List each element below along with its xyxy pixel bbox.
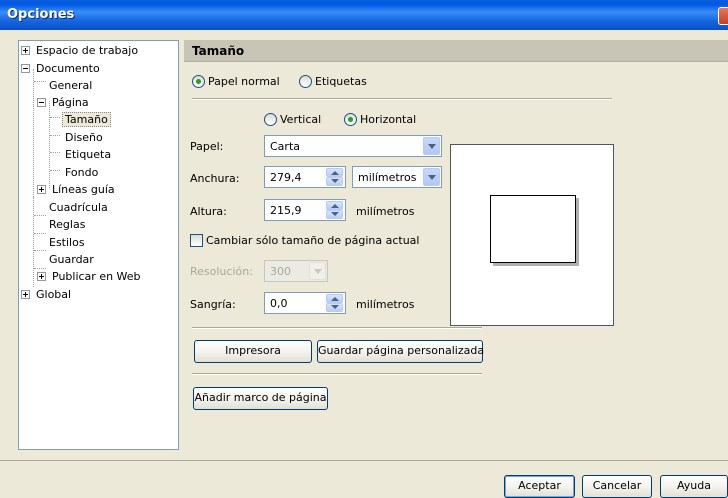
tree-item-estilos[interactable]: Estilos: [47, 235, 87, 251]
expand-plus-icon[interactable]: [21, 289, 30, 299]
bleed-unit-label: milímetros: [356, 298, 415, 311]
tree-connector: [50, 170, 60, 171]
tree-connector: [50, 152, 60, 153]
tree-item-etiqueta[interactable]: Etiqueta: [63, 147, 113, 163]
checkbox-unchecked-icon: [190, 233, 203, 247]
height-spinner[interactable]: 215,9: [264, 199, 346, 221]
resolution-label: Resolución:: [190, 265, 253, 278]
chevron-down-icon[interactable]: [423, 168, 440, 186]
tree-connector: [34, 250, 46, 251]
tree-connector: [34, 81, 46, 82]
panel-header: Tamaño: [184, 40, 728, 62]
spin-down-icon[interactable]: [326, 303, 343, 312]
spin-up-icon[interactable]: [326, 168, 343, 177]
height-label: Altura:: [190, 205, 227, 218]
radio-horizontal[interactable]: Horizontal: [344, 112, 416, 127]
window-title: Opciones: [7, 7, 75, 22]
printer-button[interactable]: Impresora: [194, 340, 312, 363]
resolution-select: 300: [264, 260, 328, 282]
collapse-minus-icon[interactable]: [37, 97, 46, 107]
radio-etiquetas[interactable]: Etiquetas: [299, 74, 367, 89]
tree-connector: [34, 233, 46, 234]
bleed-label: Sangría:: [190, 298, 236, 311]
tree-connector: [33, 69, 34, 197]
tree-connector: [50, 135, 60, 136]
options-tree[interactable]: Espacio de trabajo Documento General Pág…: [18, 40, 179, 450]
tree-item-general[interactable]: General: [47, 78, 94, 94]
tree-item-documento[interactable]: Documento: [21, 61, 102, 77]
tree-item-reglas[interactable]: Reglas: [47, 217, 87, 233]
tree-item-pagina[interactable]: Página: [37, 95, 91, 111]
help-button[interactable]: Ayuda: [660, 475, 728, 498]
tree-connector: [34, 215, 46, 216]
add-page-frame-button[interactable]: Añadir marco de página: [193, 387, 328, 410]
radio-vertical[interactable]: Vertical: [264, 112, 321, 127]
close-icon[interactable]: [718, 7, 728, 25]
spin-down-icon[interactable]: [326, 210, 343, 219]
chevron-down-icon: [309, 262, 326, 280]
width-spinner[interactable]: 279,4: [264, 166, 346, 188]
current-page-only-checkbox[interactable]: Cambiar sólo tamaño de página actual: [190, 233, 419, 248]
tree-item-cuadricula[interactable]: Cuadrícula: [47, 200, 110, 216]
separator: [192, 327, 482, 329]
bleed-spinner[interactable]: 0,0: [264, 292, 346, 314]
save-custom-page-button[interactable]: Guardar página personalizada: [317, 340, 484, 363]
separator: [192, 373, 482, 375]
title-bar: Opciones: [0, 0, 728, 30]
radio-unselected-icon: [264, 112, 277, 126]
tree-connector: [49, 101, 50, 188]
expand-plus-icon[interactable]: [21, 45, 30, 55]
tree-connector: [50, 117, 60, 118]
paper-select[interactable]: Carta: [264, 135, 442, 157]
tree-item-espacio-de-trabajo[interactable]: Espacio de trabajo: [21, 43, 140, 59]
page-preview-sheet: [490, 195, 576, 263]
spin-up-icon[interactable]: [326, 201, 343, 210]
expand-plus-icon[interactable]: [37, 184, 46, 194]
radio-selected-icon: [192, 74, 205, 88]
width-label: Anchura:: [190, 172, 240, 185]
chevron-down-icon[interactable]: [423, 137, 440, 155]
settings-panel: Tamaño Papel normal Etiquetas Vertical H…: [184, 40, 728, 450]
dialog-client: Espacio de trabajo Documento General Pág…: [0, 30, 728, 498]
collapse-minus-icon[interactable]: [21, 63, 30, 73]
tree-connector: [33, 197, 34, 287]
tree-item-publicar-en-web[interactable]: Publicar en Web: [37, 269, 143, 285]
height-unit-label: milímetros: [356, 205, 415, 218]
tree-item-guardar[interactable]: Guardar: [47, 252, 96, 268]
paper-label: Papel:: [190, 140, 224, 153]
cancel-button[interactable]: Cancelar: [582, 475, 652, 498]
tree-item-fondo[interactable]: Fondo: [63, 165, 100, 181]
separator: [192, 98, 612, 100]
radio-unselected-icon: [299, 74, 312, 88]
spin-down-icon[interactable]: [326, 177, 343, 186]
tree-item-tamano[interactable]: Tamaño: [62, 112, 111, 128]
tree-item-global[interactable]: Global: [21, 287, 73, 303]
radio-papel-normal[interactable]: Papel normal: [192, 74, 280, 89]
page-preview: [450, 144, 614, 326]
panel-title: Tamaño: [192, 44, 245, 58]
expand-plus-icon[interactable]: [37, 271, 46, 281]
radio-selected-icon: [344, 112, 357, 126]
tree-item-lineas-guia[interactable]: Líneas guía: [37, 182, 117, 198]
spin-up-icon[interactable]: [326, 294, 343, 303]
unit-select[interactable]: milímetros: [352, 166, 442, 188]
tree-item-diseno[interactable]: Diseño: [63, 130, 105, 146]
ok-button[interactable]: Aceptar: [504, 475, 575, 498]
